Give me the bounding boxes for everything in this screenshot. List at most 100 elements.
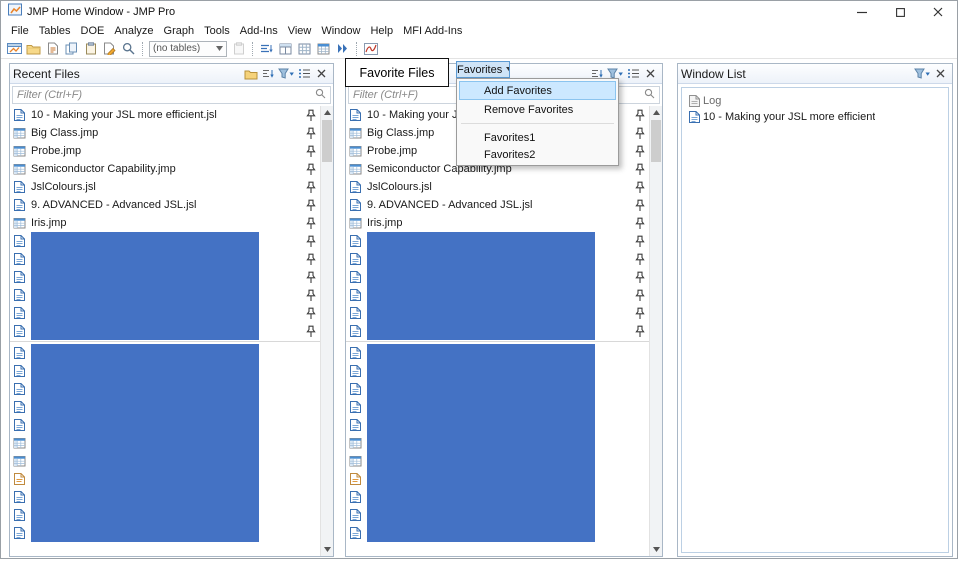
window-list-item[interactable]: Log bbox=[688, 93, 948, 109]
filter-funnel-icon[interactable] bbox=[276, 66, 296, 82]
view-list-icon[interactable] bbox=[296, 66, 313, 82]
scroll-down-icon[interactable] bbox=[650, 543, 662, 556]
minimize-button[interactable] bbox=[843, 1, 881, 23]
menu-graph[interactable]: Graph bbox=[159, 25, 200, 37]
file-row[interactable]: Semiconductor Capability.jmp bbox=[10, 160, 320, 178]
close-panel-icon[interactable] bbox=[642, 66, 659, 82]
scrollbar-thumb[interactable] bbox=[322, 120, 332, 162]
file-row[interactable] bbox=[346, 362, 649, 380]
tables-dropdown[interactable]: (no tables) bbox=[149, 40, 227, 57]
recent-files-filter[interactable] bbox=[12, 86, 331, 104]
menu-tables[interactable]: Tables bbox=[34, 25, 76, 37]
copy-icon[interactable] bbox=[62, 40, 81, 58]
pin-icon[interactable] bbox=[304, 307, 318, 320]
edit-script-icon[interactable] bbox=[100, 40, 119, 58]
run-script-icon[interactable] bbox=[333, 40, 352, 58]
file-row[interactable] bbox=[10, 470, 320, 488]
file-row[interactable] bbox=[346, 322, 649, 340]
window-list-item[interactable]: 10 - Making your JSL more efficient bbox=[688, 109, 948, 125]
pin-icon[interactable] bbox=[304, 145, 318, 158]
pin-icon[interactable] bbox=[304, 325, 318, 338]
file-row[interactable]: Big Class.jmp bbox=[10, 124, 320, 142]
file-row[interactable] bbox=[10, 524, 320, 542]
menu-add-ins[interactable]: Add-Ins bbox=[235, 25, 283, 37]
pin-icon[interactable] bbox=[304, 199, 318, 212]
file-row[interactable] bbox=[346, 398, 649, 416]
file-row[interactable] bbox=[10, 344, 320, 362]
sort-icon[interactable] bbox=[259, 66, 276, 82]
file-row[interactable] bbox=[346, 380, 649, 398]
file-row[interactable]: Iris.jmp bbox=[346, 214, 649, 232]
view-list-icon[interactable] bbox=[625, 66, 642, 82]
menu-view[interactable]: View bbox=[283, 25, 317, 37]
file-row[interactable] bbox=[10, 268, 320, 286]
file-row[interactable] bbox=[346, 416, 649, 434]
maximize-button[interactable] bbox=[881, 1, 919, 23]
file-row[interactable] bbox=[346, 268, 649, 286]
file-row[interactable]: 9. ADVANCED - Advanced JSL.jsl bbox=[346, 196, 649, 214]
scroll-up-icon[interactable] bbox=[650, 106, 662, 119]
menu-item-add-favorites[interactable]: Add Favorites bbox=[459, 81, 616, 100]
file-row[interactable]: Iris.jmp bbox=[10, 214, 320, 232]
file-row[interactable] bbox=[10, 250, 320, 268]
pin-icon[interactable] bbox=[304, 253, 318, 266]
file-row[interactable] bbox=[346, 506, 649, 524]
pin-icon[interactable] bbox=[633, 217, 647, 230]
file-row[interactable] bbox=[346, 470, 649, 488]
menu-item-remove-favorites[interactable]: Remove Favorites bbox=[459, 100, 616, 119]
file-row[interactable]: 9. ADVANCED - Advanced JSL.jsl bbox=[10, 196, 320, 214]
close-panel-icon[interactable] bbox=[313, 66, 330, 82]
menu-mfi-add-ins[interactable]: MFI Add-Ins bbox=[398, 25, 467, 37]
pin-icon[interactable] bbox=[633, 127, 647, 140]
file-row[interactable]: Probe.jmp bbox=[10, 142, 320, 160]
file-row[interactable] bbox=[346, 434, 649, 452]
open-file-icon[interactable] bbox=[24, 40, 43, 58]
scrollbar-thumb[interactable] bbox=[651, 120, 661, 162]
file-row[interactable] bbox=[10, 286, 320, 304]
file-row[interactable] bbox=[346, 452, 649, 470]
menu-help[interactable]: Help bbox=[365, 25, 398, 37]
pin-icon[interactable] bbox=[304, 127, 318, 140]
file-row[interactable]: JslColours.jsl bbox=[10, 178, 320, 196]
pin-icon[interactable] bbox=[633, 325, 647, 338]
pin-icon[interactable] bbox=[633, 163, 647, 176]
file-row[interactable] bbox=[346, 286, 649, 304]
favorites-dropdown-button[interactable]: Favorites bbox=[456, 61, 510, 78]
close-button[interactable] bbox=[919, 1, 957, 23]
menu-file[interactable]: File bbox=[6, 25, 34, 37]
file-row[interactable] bbox=[10, 452, 320, 470]
file-row[interactable] bbox=[10, 488, 320, 506]
file-row[interactable] bbox=[10, 232, 320, 250]
new-journal-icon[interactable] bbox=[43, 40, 62, 58]
data-table-icon[interactable] bbox=[314, 40, 333, 58]
filter-funnel-icon[interactable] bbox=[912, 66, 932, 82]
pin-icon[interactable] bbox=[304, 181, 318, 194]
pin-icon[interactable] bbox=[304, 289, 318, 302]
menu-analyze[interactable]: Analyze bbox=[109, 25, 158, 37]
menu-tools[interactable]: Tools bbox=[199, 25, 235, 37]
file-row[interactable] bbox=[346, 488, 649, 506]
scroll-down-icon[interactable] bbox=[321, 543, 333, 556]
file-row[interactable]: JslColours.jsl bbox=[346, 178, 649, 196]
pin-icon[interactable] bbox=[304, 109, 318, 122]
home-window-icon[interactable] bbox=[5, 40, 24, 58]
pin-icon[interactable] bbox=[633, 235, 647, 248]
search-icon[interactable] bbox=[119, 40, 138, 58]
menu-item-favorites1[interactable]: Favorites1 bbox=[459, 129, 616, 146]
grid-view-icon[interactable] bbox=[295, 40, 314, 58]
pin-icon[interactable] bbox=[304, 163, 318, 176]
clipboard-icon[interactable] bbox=[81, 40, 100, 58]
file-row[interactable]: 10 - Making your JSL more efficient.jsl bbox=[10, 106, 320, 124]
pin-icon[interactable] bbox=[633, 289, 647, 302]
pin-icon[interactable] bbox=[633, 199, 647, 212]
file-row[interactable] bbox=[346, 524, 649, 542]
file-row[interactable] bbox=[346, 232, 649, 250]
file-row[interactable] bbox=[10, 506, 320, 524]
file-row[interactable] bbox=[10, 434, 320, 452]
menu-doe[interactable]: DOE bbox=[76, 25, 110, 37]
pin-icon[interactable] bbox=[633, 271, 647, 284]
close-panel-icon[interactable] bbox=[932, 66, 949, 82]
pin-icon[interactable] bbox=[633, 181, 647, 194]
menu-window[interactable]: Window bbox=[316, 25, 365, 37]
menu-item-favorites2[interactable]: Favorites2 bbox=[459, 146, 616, 163]
